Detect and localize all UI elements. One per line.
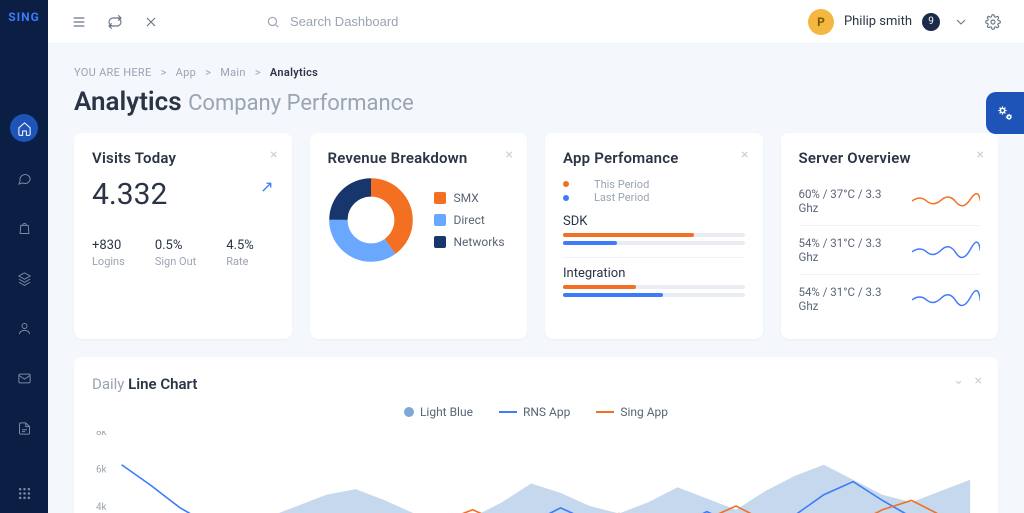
mail-icon <box>17 371 32 386</box>
legend-item: Sing App <box>596 405 668 419</box>
visits-link[interactable]: ↗ <box>260 177 273 196</box>
daily-line-chart: 8k 6k 4k <box>92 431 980 513</box>
dot-icon <box>404 407 414 417</box>
server-row: 54% / 31°C / 3.3 Ghz <box>799 226 981 275</box>
legend-item: Light Blue <box>404 405 473 419</box>
card-close-button[interactable]: × <box>741 147 748 163</box>
sidebar-item-apps[interactable] <box>0 486 48 501</box>
metric-integration: Integration <box>563 266 745 297</box>
sidebar-item-bag[interactable] <box>10 214 38 242</box>
menu-icon <box>71 14 87 30</box>
bag-icon <box>17 221 32 236</box>
stat-rate: 4.5% Rate <box>226 238 254 268</box>
chat-icon <box>17 171 32 186</box>
sidebar-items <box>10 114 38 442</box>
search-box <box>266 13 488 30</box>
card-close-button[interactable]: × <box>975 373 982 389</box>
grid-icon <box>17 486 32 501</box>
breadcrumb-current: Analytics <box>270 66 318 79</box>
dot-icon <box>563 195 569 201</box>
chart-legend: Light Blue RNS App Sing App <box>92 405 980 419</box>
breadcrumb-item[interactable]: Main <box>220 66 246 79</box>
menu-button[interactable] <box>68 11 90 33</box>
svg-text:6k: 6k <box>96 464 107 475</box>
sidebar-item-user[interactable] <box>10 314 38 342</box>
legend-item: Networks <box>434 235 505 249</box>
chart-title: Daily Line Chart <box>92 375 980 393</box>
notification-badge[interactable]: 9 <box>922 13 940 31</box>
refresh-icon <box>107 14 123 30</box>
user-name: Philip smith <box>844 14 912 29</box>
breadcrumb-prefix: YOU ARE HERE <box>74 66 152 79</box>
content-area: YOU ARE HERE > App > Main > Analytics An… <box>48 44 1024 513</box>
server-row: 54% / 31°C / 3.3 Ghz <box>799 275 981 323</box>
svg-text:8k: 8k <box>96 431 107 438</box>
stats-row: × Visits Today 4.332 ↗ +830 Logins 0.5% … <box>74 133 998 339</box>
card-close-button[interactable]: × <box>506 147 513 163</box>
legend-item: Direct <box>434 213 505 227</box>
metric-sdk: SDK <box>563 214 745 245</box>
visits-value: 4.332 <box>92 177 167 212</box>
sidebar-item-home[interactable] <box>10 114 38 142</box>
chevron-down-icon <box>953 14 969 30</box>
card-title: Server Overview <box>799 149 981 167</box>
stat-logins: +830 Logins <box>92 238 125 268</box>
breadcrumb-item[interactable]: App <box>176 66 196 79</box>
search-icon <box>266 15 280 29</box>
theme-settings-button[interactable] <box>986 92 1024 134</box>
close-icon <box>143 14 159 30</box>
topbar: P Philip smith 9 <box>48 0 1024 44</box>
refresh-button[interactable] <box>104 11 126 33</box>
home-icon <box>17 121 32 136</box>
file-icon <box>17 421 32 436</box>
brand-logo[interactable]: SING <box>8 10 40 24</box>
period-legend: This Period Last Period <box>563 177 745 204</box>
sidebar: SING <box>0 0 48 513</box>
double-gear-icon <box>995 103 1015 123</box>
card-title: Revenue Breakdown <box>328 149 510 167</box>
visits-value-row: 4.332 ↗ <box>92 177 274 212</box>
layers-icon <box>17 271 32 286</box>
page-title: Analytics Company Performance <box>74 87 998 117</box>
card-server-overview: × Server Overview 60% / 37°C / 3.3 Ghz 5… <box>781 133 999 339</box>
card-collapse-button[interactable]: ⌄ <box>953 373 964 388</box>
server-row: 60% / 37°C / 3.3 Ghz <box>799 177 981 226</box>
legend-item: RNS App <box>499 405 570 419</box>
line-icon <box>596 411 614 413</box>
dot-icon <box>563 181 569 187</box>
avatar[interactable]: P <box>808 9 834 35</box>
page-subtitle: Company Performance <box>188 91 414 116</box>
sidebar-item-file[interactable] <box>10 414 38 442</box>
gear-icon <box>985 14 1001 30</box>
svg-text:4k: 4k <box>96 502 107 513</box>
card-app-performance: × App Perfomance This Period Last Period… <box>545 133 763 339</box>
sidebar-item-layers[interactable] <box>10 264 38 292</box>
topbar-user-area: P Philip smith 9 <box>808 9 1004 35</box>
legend-item: SMX <box>434 191 505 205</box>
breadcrumb: YOU ARE HERE > App > Main > Analytics <box>74 66 998 79</box>
card-title: Visits Today <box>92 149 274 167</box>
stat-signout: 0.5% Sign Out <box>155 238 196 268</box>
card-title: App Perfomance <box>563 149 745 167</box>
card-visits: × Visits Today 4.332 ↗ +830 Logins 0.5% … <box>74 133 292 339</box>
revenue-donut-chart <box>328 177 414 263</box>
user-menu-chevron[interactable] <box>950 11 972 33</box>
close-button[interactable] <box>140 11 162 33</box>
sparkline <box>912 289 980 309</box>
card-close-button[interactable]: × <box>977 147 984 163</box>
sparkline <box>912 240 980 260</box>
revenue-legend: SMX Direct Networks <box>434 191 505 249</box>
sidebar-item-mail[interactable] <box>10 364 38 392</box>
line-icon <box>499 411 517 413</box>
search-input[interactable] <box>288 13 488 30</box>
card-daily-line-chart: ⌄ × Daily Line Chart Light Blue RNS App … <box>74 357 998 513</box>
settings-button[interactable] <box>982 11 1004 33</box>
visits-stats: +830 Logins 0.5% Sign Out 4.5% Rate <box>92 238 274 268</box>
user-icon <box>17 321 32 336</box>
sidebar-item-chat[interactable] <box>10 164 38 192</box>
card-revenue: × Revenue Breakdown SMX Direct Networks <box>310 133 528 339</box>
sparkline <box>912 191 980 211</box>
card-close-button[interactable]: × <box>270 147 277 163</box>
